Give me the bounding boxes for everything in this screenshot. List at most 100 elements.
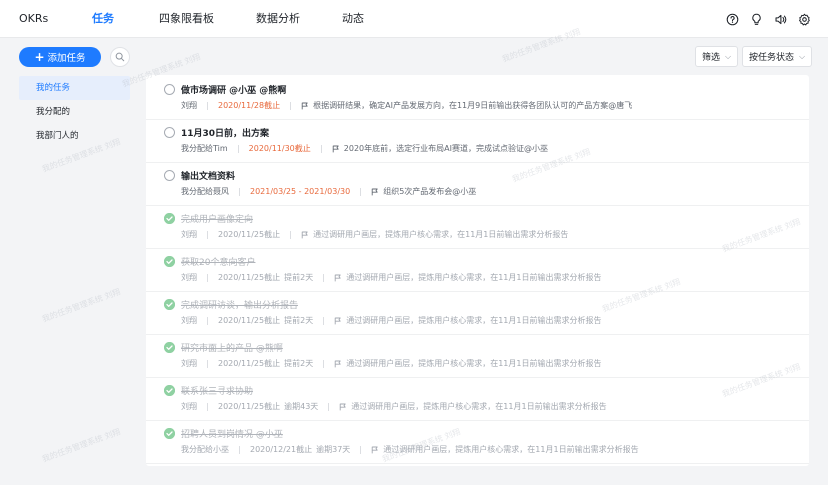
task-meta: 刘翔 2020/11/25截止 逾期43天 通过调研用户画层，提炼用户核心需求，在11… (181, 401, 607, 412)
sidebar: 我的任务 我分配的 我部门人的 (19, 76, 130, 148)
tab-data-analysis[interactable]: 数据分析 (256, 0, 300, 38)
task-objective-link[interactable]: 通过调研用户画层，提炼用户核心需求，在11月1日前输出需求分析报告 (351, 401, 606, 412)
divider (207, 402, 208, 411)
task-due-date: 2020/11/25截止 (218, 273, 281, 282)
divider (328, 402, 330, 411)
checked-circle-icon[interactable] (164, 385, 175, 396)
task-row[interactable]: 输出文档资料我分配给聂风 2021/03/25 - 2021/03/30 组织5次产… (146, 163, 809, 206)
flag-icon (301, 102, 309, 110)
task-objective-link[interactable]: 通过调研用户画层，提炼用户核心需求，在11月1日前输出需求分析报告 (346, 272, 601, 283)
task-checkbox[interactable] (164, 170, 175, 181)
task-due-date: 2021/03/25 - 2021/03/30 (250, 187, 351, 196)
sidebar-item-my-tasks[interactable]: 我的任务 (19, 76, 130, 100)
task-row[interactable]: 获取20个意向客户 刘翔 2020/11/25截止 提前2天 通过调研用户画层，提炼用户… (146, 249, 809, 292)
task-list: 做市场调研 @小巫 @熊啊刘翔 2020/11/28截止 根据调研结果，确定AI产品… (146, 75, 809, 466)
flag-icon (339, 403, 347, 411)
task-owner: 我分配给聂风 (181, 187, 229, 196)
task-row[interactable]: 研究市面上的产品 @熊啊刘翔 2020/11/25截止 提前2天 通过调研用户画层，提… (146, 335, 809, 378)
task-meta: 刘翔 2020/11/25截止 提前2天 通过调研用户画层，提炼用户核心需求，在11月… (181, 315, 601, 326)
task-title[interactable]: 完成用户画像定向 (181, 212, 253, 225)
flag-icon (301, 231, 309, 239)
task-row[interactable]: 联系张三寻求协助 刘翔 2020/11/25截止 逾期43天 通过调研用户画层，提炼用户… (146, 378, 809, 421)
task-checkbox[interactable] (164, 127, 175, 138)
filter-label: 筛选 (702, 53, 721, 63)
task-due-date: 2020/11/25截止 (218, 402, 281, 411)
task-objective-link[interactable]: 2020年底前，选定行业布局AI赛道，完成试点验证@小巫 (344, 143, 548, 154)
divider (323, 273, 325, 282)
filter-dropdown[interactable]: 筛选 ⌵ (695, 46, 739, 67)
checked-circle-icon[interactable] (164, 299, 175, 310)
divider (290, 101, 292, 110)
task-objective-link[interactable]: 组织5次产品发布会@小巫 (383, 186, 476, 197)
task-due-date: 2020/11/30截止 (248, 144, 311, 153)
sidebar-item-assigned-by-me[interactable]: 我分配的 (19, 100, 130, 124)
divider (207, 359, 208, 368)
task-title[interactable]: 研究市面上的产品 @熊啊 (181, 341, 283, 354)
checked-circle-icon[interactable] (164, 213, 175, 224)
watermark: 我的任务管理系统 刘翔 (40, 427, 122, 464)
checked-circle-icon[interactable] (164, 428, 175, 439)
checked-circle-icon[interactable] (164, 256, 175, 267)
task-time-status: 提前2天 (284, 359, 314, 368)
flag-icon (371, 188, 379, 196)
task-objective-link[interactable]: 通过调研用户画层，提炼用户核心需求，在11月1日前输出需求分析报告 (346, 358, 601, 369)
tab-tasks[interactable]: 任务 (92, 0, 114, 38)
tab-okrs[interactable]: OKRs (19, 0, 48, 38)
divider (323, 359, 325, 368)
add-task-label: 添加任务 (47, 53, 86, 64)
divider (207, 316, 208, 325)
task-checkbox[interactable] (164, 84, 175, 95)
divider (207, 273, 208, 282)
task-title[interactable]: 做市场调研 @小巫 @熊啊 (181, 83, 286, 96)
add-task-button[interactable]: + 添加任务 (19, 47, 101, 67)
task-row[interactable]: 完成调研访谈，输出分析报告刘翔 2020/11/25截止 提前2天 通过调研用户画层，… (146, 292, 809, 335)
gear-icon[interactable] (796, 11, 812, 27)
bulb-icon[interactable] (748, 11, 764, 27)
sort-dropdown[interactable]: 按任务状态 ⌵ (742, 46, 813, 67)
tab-quadrant-board[interactable]: 四象限看板 (159, 0, 214, 38)
divider (360, 187, 362, 196)
task-owner: 刘翔 (181, 101, 197, 110)
search-button[interactable] (110, 47, 130, 67)
header-icon-group (724, 11, 812, 27)
sort-label: 按任务状态 (749, 53, 795, 63)
flag-icon (334, 317, 342, 325)
task-objective-link[interactable]: 通过调研用户画层，提炼用户核心需求，在11月1日前输出需求分析报告 (313, 229, 568, 240)
help-icon[interactable] (724, 11, 740, 27)
speaker-icon[interactable] (772, 11, 788, 27)
tab-activity[interactable]: 动态 (342, 0, 364, 38)
watermark: 我的任务管理系统 刘翔 (40, 287, 122, 324)
divider (237, 144, 239, 153)
top-nav-bar: OKRs 任务 四象限看板 数据分析 动态 (0, 0, 828, 38)
flag-icon (332, 145, 340, 153)
task-row[interactable]: 完成用户画像定向 刘翔 2020/11/25截止 通过调研用户画层，提炼用户核心需求，… (146, 206, 809, 249)
divider (239, 187, 240, 196)
task-title[interactable]: 招聘人员到岗情况 @小巫 (181, 427, 283, 440)
chevron-down-icon: ⌵ (799, 51, 806, 61)
flag-icon (334, 274, 342, 282)
divider (239, 445, 240, 454)
task-title[interactable]: 完成调研访谈，输出分析报告 (181, 298, 298, 311)
checked-circle-icon[interactable] (164, 342, 175, 353)
task-due-date: 2020/11/25截止 (218, 359, 281, 368)
task-row[interactable]: 11月30日前，出方案 我分配给Tim 2020/11/30截止 2020年底前，选定… (146, 120, 809, 163)
task-objective-link[interactable]: 根据调研结果，确定AI产品发展方向，在11月9日前输出获得各团队认可的产品方案@… (313, 100, 632, 111)
task-objective-link[interactable]: 通过调研用户画层，提炼用户核心需求，在11月1日前输出需求分析报告 (346, 315, 601, 326)
task-owner: 刘翔 (181, 402, 197, 411)
task-row[interactable]: 招聘人员到岗情况 @小巫我分配给小巫 2020/12/21截止 逾期37天 通过调研用… (146, 421, 809, 464)
task-owner: 刘翔 (181, 316, 197, 325)
task-title[interactable]: 获取20个意向客户 (181, 255, 255, 268)
task-owner: 刘翔 (181, 273, 197, 282)
task-meta: 刘翔 2020/11/28截止 根据调研结果，确定AI产品发展方向，在11月9日前输… (181, 100, 632, 111)
task-objective-link[interactable]: 通过调研用户画层，提炼用户核心需求，在11月1日前输出需求分析报告 (383, 444, 638, 455)
task-meta: 刘翔 2020/11/25截止 提前2天 通过调研用户画层，提炼用户核心需求，在11月… (181, 358, 601, 369)
task-title[interactable]: 11月30日前，出方案 (181, 126, 269, 139)
task-meta: 我分配给小巫 2020/12/21截止 逾期37天 通过调研用户画层，提炼用户核心需求… (181, 444, 639, 455)
task-meta: 我分配给聂风 2021/03/25 - 2021/03/30 组织5次产品发布会@小… (181, 186, 476, 197)
sidebar-item-department[interactable]: 我部门人的 (19, 124, 130, 148)
task-row[interactable]: 做市场调研 @小巫 @熊啊刘翔 2020/11/28截止 根据调研结果，确定AI产品… (146, 77, 809, 120)
task-meta: 刘翔 2020/11/25截止 提前2天 通过调研用户画层，提炼用户核心需求，在11月… (181, 272, 601, 283)
flag-icon (371, 446, 379, 454)
task-title[interactable]: 联系张三寻求协助 (181, 384, 253, 397)
task-title[interactable]: 输出文档资料 (181, 169, 235, 182)
